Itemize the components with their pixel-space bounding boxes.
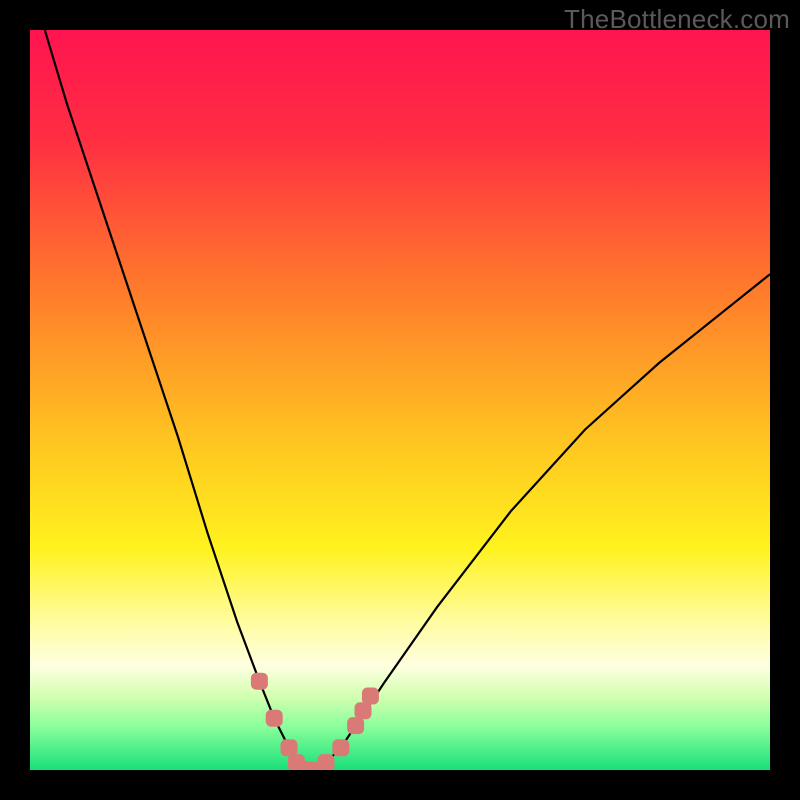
curve-marker xyxy=(251,673,267,689)
curve-marker xyxy=(281,740,297,756)
curve-marker xyxy=(348,718,364,734)
bottleneck-chart xyxy=(30,30,770,770)
curve-marker xyxy=(318,755,334,770)
plot-area xyxy=(30,30,770,770)
curve-marker xyxy=(266,710,282,726)
curve-marker xyxy=(355,703,371,719)
curve-marker xyxy=(303,762,319,770)
curve-marker xyxy=(362,688,378,704)
curve-marker xyxy=(333,740,349,756)
chart-frame: TheBottleneck.com xyxy=(0,0,800,800)
